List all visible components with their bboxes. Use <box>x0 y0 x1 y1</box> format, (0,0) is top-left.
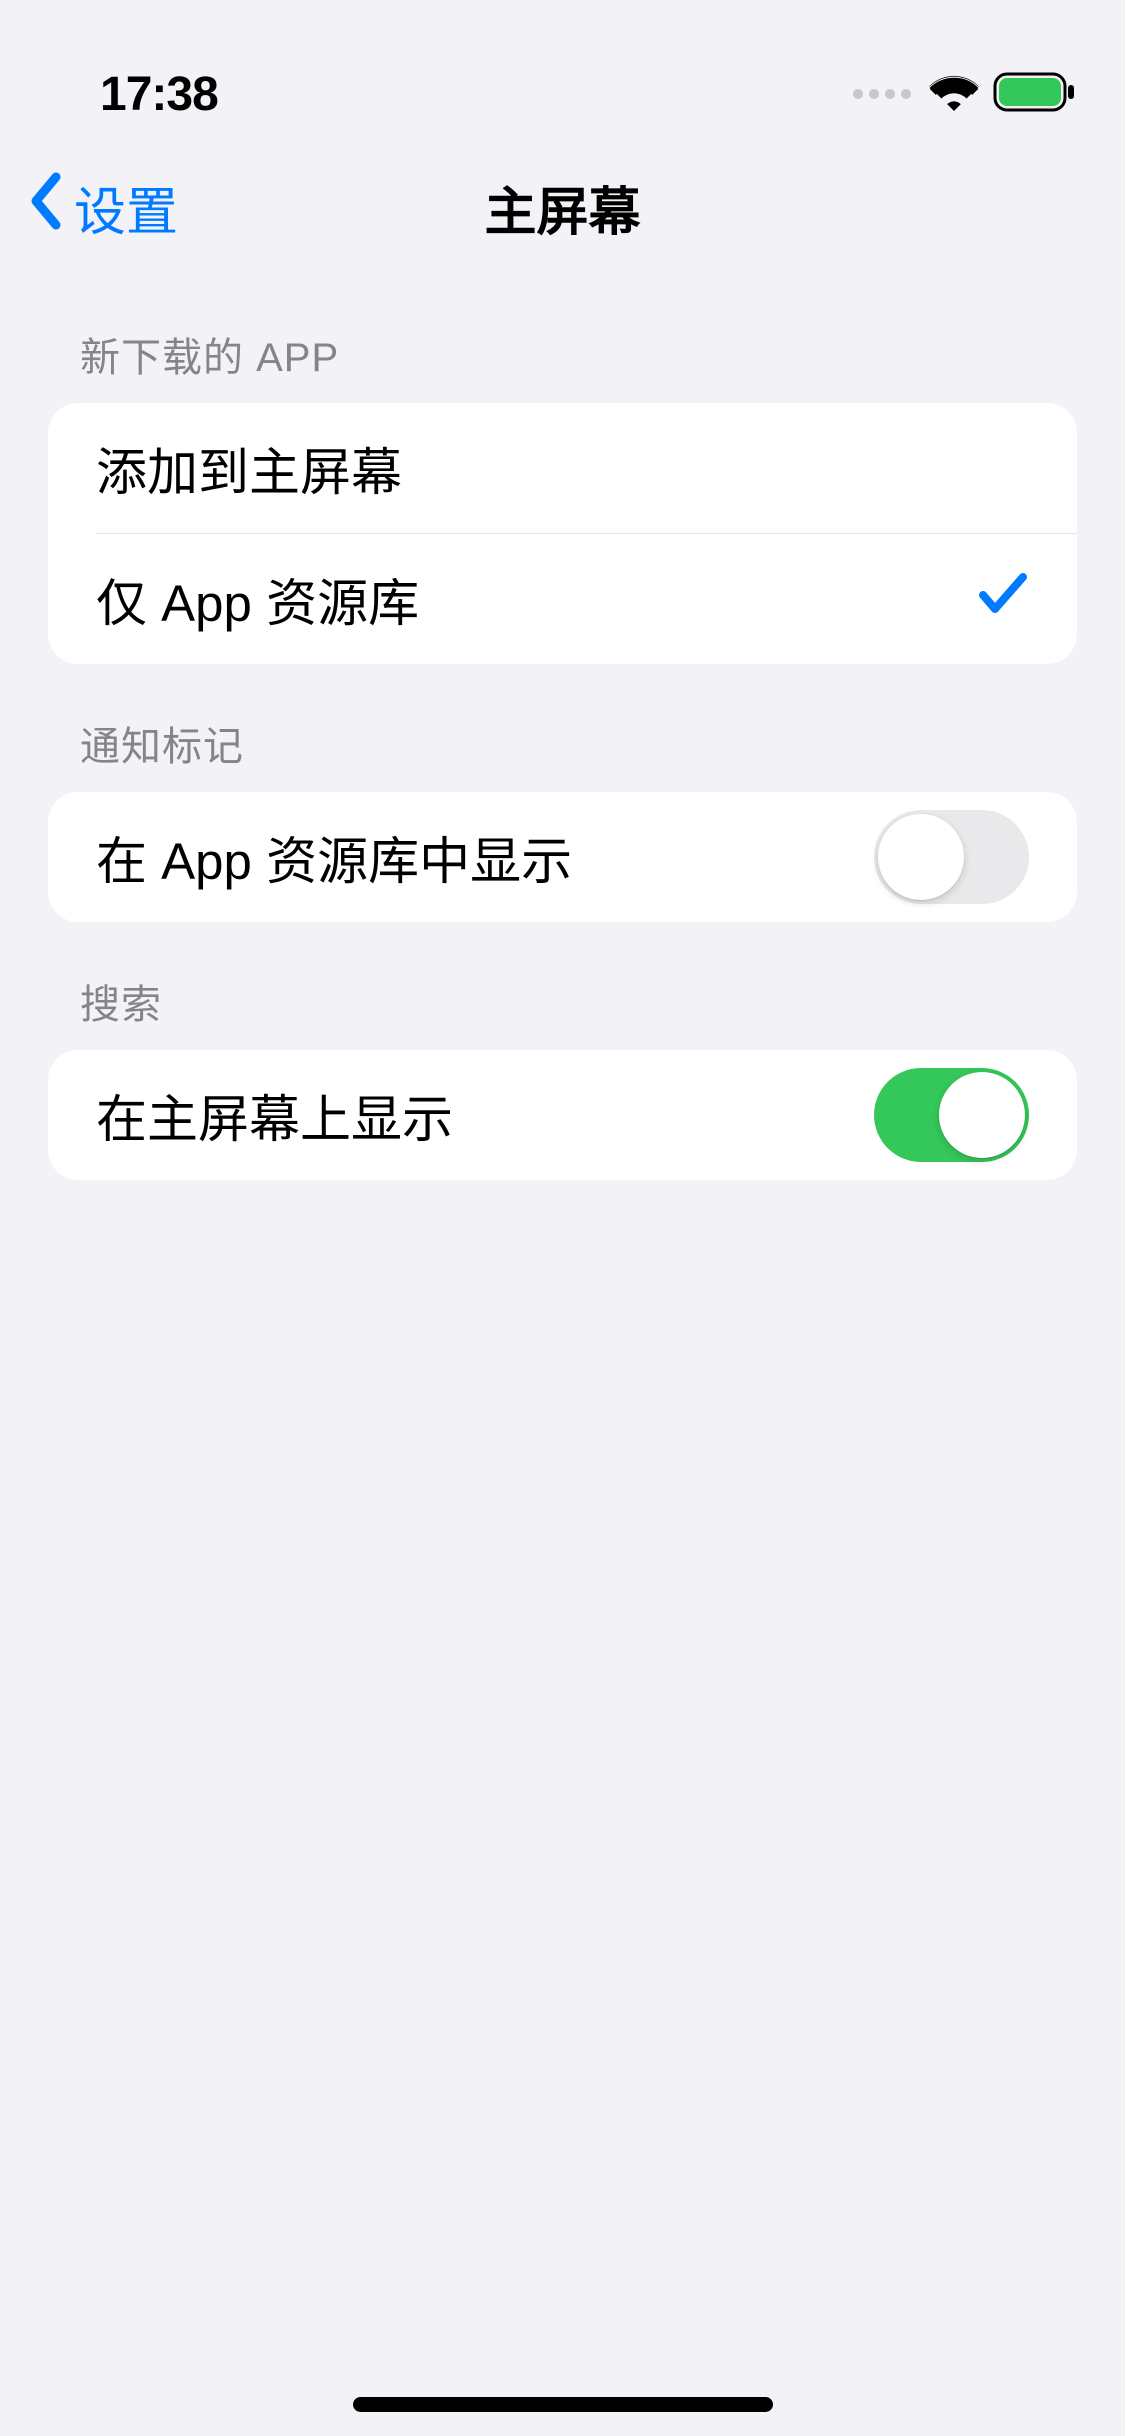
row-label: 在主屏幕上显示 <box>96 1078 453 1152</box>
status-bar: 17:38 <box>0 0 1125 140</box>
checkmark-icon <box>977 569 1029 629</box>
wifi-icon <box>929 73 979 116</box>
switch-knob <box>939 1072 1025 1158</box>
section-header-search: 搜索 <box>48 922 1077 1050</box>
back-button[interactable]: 设置 <box>28 170 178 245</box>
option-app-library-only[interactable]: 仅 App 资源库 <box>48 534 1077 664</box>
option-label: 添加到主屏幕 <box>96 431 402 505</box>
group-badges: 在 App 资源库中显示 <box>48 792 1077 922</box>
content: 新下载的 APP 添加到主屏幕 仅 App 资源库 通知标记 在 App 资源库… <box>0 275 1125 1180</box>
home-indicator[interactable] <box>353 2397 773 2412</box>
toggle-show-on-home[interactable] <box>874 1068 1029 1162</box>
status-time: 17:38 <box>100 67 218 122</box>
section-header-new-apps: 新下载的 APP <box>48 275 1077 403</box>
group-new-apps: 添加到主屏幕 仅 App 资源库 <box>48 403 1077 664</box>
status-icons <box>853 72 1075 117</box>
chevron-left-icon <box>28 171 64 244</box>
nav-bar: 设置 主屏幕 <box>0 140 1125 275</box>
row-show-on-home: 在主屏幕上显示 <box>48 1050 1077 1180</box>
row-show-in-library: 在 App 资源库中显示 <box>48 792 1077 922</box>
group-search: 在主屏幕上显示 <box>48 1050 1077 1180</box>
section-header-badges: 通知标记 <box>48 664 1077 792</box>
battery-icon <box>993 72 1075 117</box>
page-title: 主屏幕 <box>484 170 640 245</box>
switch-knob <box>878 814 964 900</box>
row-label: 在 App 资源库中显示 <box>96 820 572 894</box>
option-label: 仅 App 资源库 <box>96 562 419 636</box>
toggle-show-in-library[interactable] <box>874 810 1029 904</box>
back-label: 设置 <box>74 170 178 245</box>
option-add-to-home[interactable]: 添加到主屏幕 <box>48 403 1077 533</box>
signal-dots-icon <box>853 89 911 99</box>
